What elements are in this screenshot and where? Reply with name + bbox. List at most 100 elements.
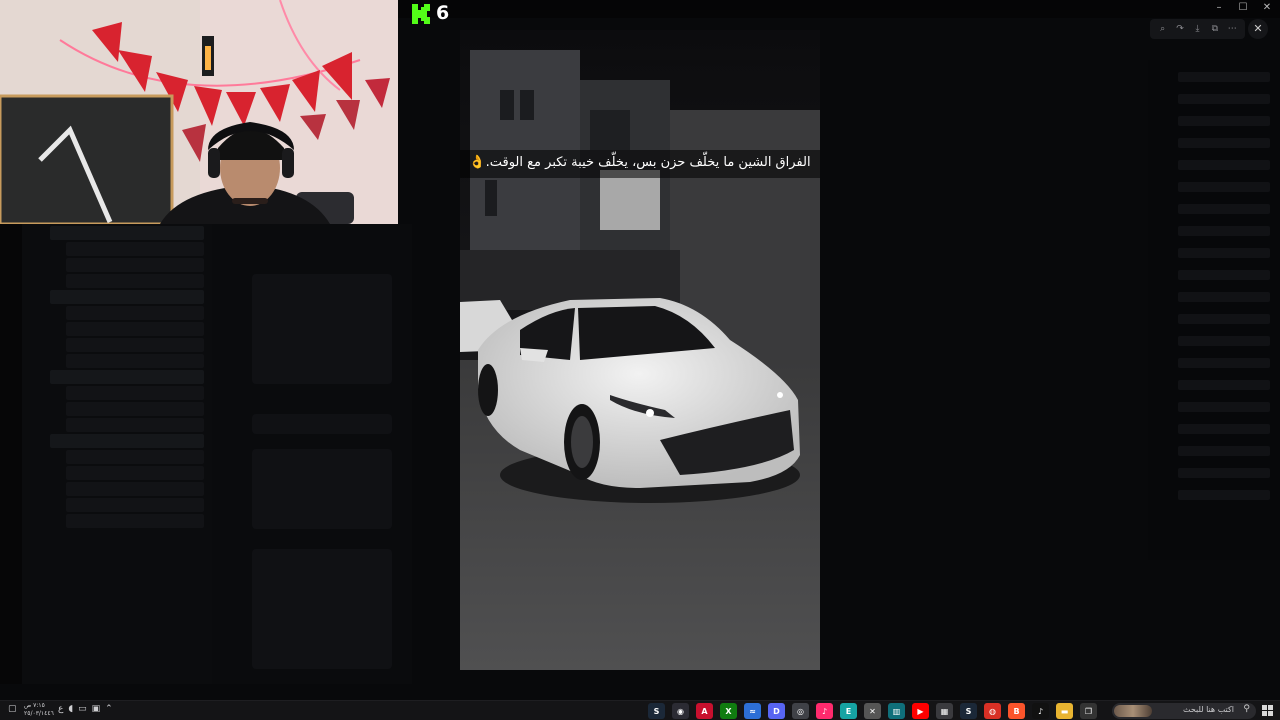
steam-icon[interactable]: S — [648, 703, 665, 719]
channel-category[interactable] — [50, 226, 204, 240]
media-image[interactable] — [460, 30, 820, 670]
adobe-icon[interactable]: A — [696, 703, 713, 719]
clock-time: ٧:١٥ ص — [24, 702, 45, 709]
start-button[interactable] — [1262, 705, 1273, 716]
member-item[interactable] — [1178, 358, 1270, 368]
brave-icon[interactable]: B — [1008, 703, 1025, 719]
channel-list — [22, 224, 212, 684]
taskbar: ▢ ٧:١٥ ص ٢٥/٠٣/١٤٤٦ ع ◖ ▭ ▣ ⌃ S ◉ A X ≈ D ◎ ♪ E ✕… — [0, 700, 1280, 720]
member-item[interactable] — [1178, 490, 1270, 500]
channel-item[interactable] — [66, 242, 204, 256]
member-item[interactable] — [1178, 204, 1270, 214]
download-icon[interactable]: ⤓ — [1191, 24, 1203, 34]
member-item[interactable] — [1178, 270, 1270, 280]
channel-item[interactable] — [66, 514, 204, 528]
member-item[interactable] — [1178, 446, 1270, 456]
channel-item[interactable] — [66, 418, 204, 432]
channel-item[interactable] — [66, 354, 204, 368]
member-item[interactable] — [1178, 292, 1270, 302]
chatgpt-icon[interactable]: ◎ — [792, 703, 809, 719]
channel-item[interactable] — [66, 466, 204, 480]
chevron-up-icon[interactable]: ⌃ — [105, 704, 113, 714]
member-item[interactable] — [1178, 314, 1270, 324]
language-indicator[interactable]: ع — [58, 704, 63, 714]
channel-item[interactable] — [66, 402, 204, 416]
member-item[interactable] — [1178, 424, 1270, 434]
message-embed[interactable] — [252, 449, 392, 529]
app-teal-icon[interactable]: ▥ — [888, 703, 905, 719]
channel-item[interactable] — [66, 338, 204, 352]
capcut-icon[interactable]: ✕ — [864, 703, 881, 719]
message-image[interactable] — [252, 274, 392, 384]
member-list — [1148, 60, 1280, 560]
channel-item[interactable] — [66, 258, 204, 272]
channel-item[interactable] — [66, 498, 204, 512]
forward-icon[interactable]: ↷ — [1174, 24, 1186, 34]
search-icon: ⚲ — [1243, 704, 1250, 714]
member-item[interactable] — [1178, 138, 1270, 148]
network-icon[interactable]: ▭ — [78, 704, 87, 714]
notification-icon[interactable]: ▢ — [8, 704, 17, 714]
youtube-icon[interactable]: ▶ — [912, 703, 929, 719]
member-item[interactable] — [1178, 72, 1270, 82]
member-item[interactable] — [1178, 160, 1270, 170]
calculator-icon[interactable]: ▦ — [936, 703, 953, 719]
clock-date: ٢٥/٠٣/١٤٤٦ — [24, 710, 54, 717]
channel-item[interactable] — [66, 306, 204, 320]
elgato-icon[interactable]: E — [840, 703, 857, 719]
webcam-overlay — [0, 0, 398, 224]
kick-logo-icon — [412, 4, 430, 24]
channel-item[interactable] — [66, 450, 204, 464]
tray-icons: ع ◖ ▭ ▣ ⌃ — [58, 704, 113, 714]
minimize-button[interactable]: – — [1214, 2, 1224, 14]
member-item[interactable] — [1178, 182, 1270, 192]
maximize-button[interactable]: ☐ — [1238, 2, 1248, 14]
member-item[interactable] — [1178, 116, 1270, 126]
search-box[interactable]: اكتب هنا للبحث ⚲ — [1112, 703, 1256, 719]
photo-caption: الفراق الشين ما يخلّف حزن بس، يخلّف خيبة… — [469, 155, 811, 170]
channel-item[interactable] — [66, 274, 204, 288]
close-window-button[interactable]: ✕ — [1262, 2, 1272, 14]
channel-item[interactable] — [66, 386, 204, 400]
tiktok-studio-icon[interactable]: ♪ — [816, 703, 833, 719]
window-controls: – ☐ ✕ — [1214, 2, 1272, 14]
xbox-icon[interactable]: X — [720, 703, 737, 719]
message-image[interactable] — [252, 549, 392, 669]
discord-icon[interactable]: D — [768, 703, 785, 719]
taskbar-clock[interactable]: ٧:١٥ ص ٢٥/٠٣/١٤٤٦ — [24, 702, 54, 718]
search-highlight-image — [1114, 705, 1152, 717]
tiktok-icon[interactable]: ♪ — [1032, 703, 1049, 719]
car-photo — [460, 30, 820, 670]
chrome-icon[interactable]: ◍ — [984, 703, 1001, 719]
file-explorer-icon[interactable]: ▬ — [1056, 703, 1073, 719]
close-viewer-button[interactable]: ✕ — [1248, 19, 1268, 39]
battery-icon[interactable]: ▣ — [92, 704, 101, 714]
zoom-icon[interactable]: ⌕ — [1157, 24, 1169, 34]
channel-category[interactable] — [50, 434, 204, 448]
open-external-icon[interactable]: ⧉ — [1209, 24, 1221, 34]
server-rail — [0, 224, 22, 684]
task-view-icon[interactable]: ❐ — [1080, 703, 1097, 719]
search-placeholder: اكتب هنا للبحث — [1183, 705, 1234, 714]
obs-icon[interactable]: ◉ — [672, 703, 689, 719]
viewer-count: 6 — [436, 2, 450, 24]
volume-icon[interactable]: ◖ — [68, 704, 73, 714]
channel-category[interactable] — [50, 370, 204, 384]
member-item[interactable] — [1178, 336, 1270, 346]
webcam-feed — [0, 0, 398, 224]
more-icon[interactable]: ⋯ — [1226, 24, 1238, 34]
channel-item[interactable] — [66, 322, 204, 336]
member-item[interactable] — [1178, 226, 1270, 236]
member-item[interactable] — [1178, 402, 1270, 412]
channel-item[interactable] — [66, 482, 204, 496]
system-tray: ▢ — [8, 704, 17, 714]
member-item[interactable] — [1178, 380, 1270, 390]
message-text — [252, 414, 392, 434]
media-viewer-toolbar: ⌕ ↷ ⤓ ⧉ ⋯ — [1150, 19, 1245, 39]
member-item[interactable] — [1178, 94, 1270, 104]
feather-icon[interactable]: ≈ — [744, 703, 761, 719]
steam-2-icon[interactable]: S — [960, 703, 977, 719]
member-item[interactable] — [1178, 248, 1270, 258]
channel-category[interactable] — [50, 290, 204, 304]
member-item[interactable] — [1178, 468, 1270, 478]
